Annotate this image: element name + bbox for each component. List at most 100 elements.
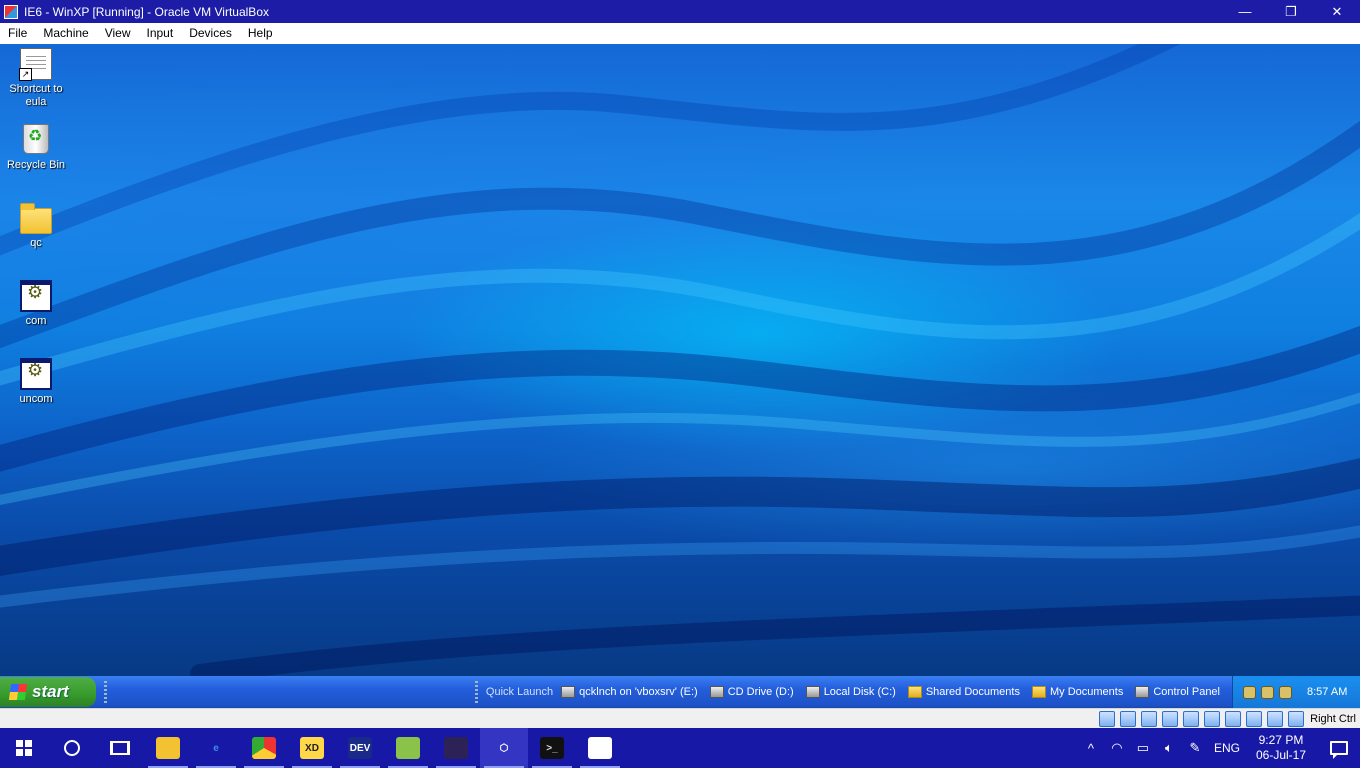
desktop-icon-qc-folder[interactable]: qc xyxy=(0,202,72,250)
quick-launch-item-label: My Documents xyxy=(1049,686,1124,698)
quick-launch-local-disk[interactable]: Local Disk (C:) xyxy=(805,686,896,698)
network-status-icon[interactable] xyxy=(1141,710,1158,727)
devcpp-icon: DEV xyxy=(348,737,372,759)
quick-launch-label: Quick Launch xyxy=(485,686,554,698)
taskbar-app-chrome[interactable] xyxy=(240,728,288,768)
quick-launch-item-label: Shared Documents xyxy=(925,686,1020,698)
minimize-button[interactable]: — xyxy=(1222,0,1268,23)
start-label: start xyxy=(32,682,69,701)
document-shortcut-icon xyxy=(19,48,52,81)
optical-drive-status-icon[interactable] xyxy=(1120,710,1137,727)
taskbar-app-edge[interactable]: e xyxy=(192,728,240,768)
quick-launch-control-panel[interactable]: Control Panel xyxy=(1135,686,1220,698)
host-system-tray: ^ ◠ ▭ 🔈︎ ✎ ENG 9:27 PM 06-Jul-17 xyxy=(1078,728,1360,768)
task-view-button[interactable] xyxy=(96,728,144,768)
volume-icon[interactable]: 🔈︎ xyxy=(1156,740,1182,756)
virtualbox-app-icon xyxy=(4,4,18,19)
clock-date: 06-Jul-17 xyxy=(1255,748,1306,762)
menu-help[interactable]: Help xyxy=(240,23,281,44)
menu-devices[interactable]: Devices xyxy=(181,23,240,44)
tray-speaker-icon[interactable] xyxy=(1261,685,1274,699)
menu-view[interactable]: View xyxy=(97,23,139,44)
wallpaper-waves xyxy=(0,44,1360,676)
host-taskbar: e XD DEV ⬡ >_ ^ ◠ ▭ 🔈︎ ✎ ENG 9:27 PM 06-Jul-… xyxy=(0,728,1360,768)
executable-icon xyxy=(20,280,52,312)
hard-disk-status-icon[interactable] xyxy=(1099,710,1116,727)
notification-icon xyxy=(1330,741,1348,759)
cd-drive-icon xyxy=(709,686,724,698)
desktop-icon-com[interactable]: com xyxy=(0,280,72,328)
video-capture-status-icon[interactable] xyxy=(1225,710,1242,727)
host-key-label: Right Ctrl xyxy=(1310,712,1356,725)
menu-file[interactable]: File xyxy=(0,23,35,44)
desktop-icon-label: uncom xyxy=(19,393,53,405)
desktop-icon-eula-shortcut[interactable]: Shortcut to eula xyxy=(0,48,72,109)
windows-start-button[interactable] xyxy=(0,728,48,768)
battery-icon[interactable]: ▭ xyxy=(1130,740,1156,756)
desktop-icon-label: Shortcut to eula xyxy=(9,83,63,108)
taskbar-app-android-studio[interactable] xyxy=(384,728,432,768)
taskbar-app-terminal[interactable]: >_ xyxy=(528,728,576,768)
xp-clock[interactable]: 8:57 AM xyxy=(1307,686,1347,698)
quick-launch-item-label: Local Disk (C:) xyxy=(823,686,896,698)
window-title: IE6 - WinXP [Running] - Oracle VM Virtua… xyxy=(24,4,269,19)
mouse-integration-icon[interactable] xyxy=(1267,710,1284,727)
xp-taskbar: start Quick Launch qcklnch on 'vboxsrv' … xyxy=(0,676,1360,708)
shared-folders-status-icon[interactable] xyxy=(1183,710,1200,727)
recycle-bin-icon xyxy=(23,124,49,154)
folder-icon xyxy=(20,203,52,234)
menu-input[interactable]: Input xyxy=(139,23,182,44)
menu-bar: File Machine View Input Devices Help xyxy=(0,23,1360,44)
visual-studio-icon xyxy=(588,737,612,759)
usb-status-icon[interactable] xyxy=(1162,710,1179,727)
toolbar-grip[interactable] xyxy=(104,681,107,703)
quick-launch-cd-drive[interactable]: CD Drive (D:) xyxy=(709,686,794,698)
edge-icon: e xyxy=(213,742,219,754)
android-studio-icon xyxy=(396,737,420,759)
taskbar-app-xd[interactable]: XD xyxy=(288,728,336,768)
language-indicator[interactable]: ENG xyxy=(1214,741,1240,755)
quick-launch-my-documents[interactable]: My Documents xyxy=(1031,686,1124,698)
guest-desktop[interactable]: Shortcut to eula Recycle Bin qc com unco… xyxy=(0,44,1360,676)
close-button[interactable]: ✕ xyxy=(1314,0,1360,23)
taskbar-app-virtualbox[interactable]: ⬡ xyxy=(480,728,528,768)
start-button[interactable]: start xyxy=(0,677,96,707)
quick-launch-network-drive[interactable]: qcklnch on 'vboxsrv' (E:) xyxy=(561,686,698,698)
keyboard-capture-icon[interactable] xyxy=(1288,710,1305,727)
tray-tool-icon[interactable] xyxy=(1243,685,1256,699)
tray-network-icon[interactable] xyxy=(1279,685,1292,699)
windows-logo-icon xyxy=(16,740,32,756)
show-hidden-icons-icon[interactable]: ^ xyxy=(1078,741,1104,756)
desktop-icon-label: com xyxy=(25,315,47,327)
eclipse-icon xyxy=(444,737,468,759)
folder-icon xyxy=(1031,686,1046,698)
window-title-bar: IE6 - WinXP [Running] - Oracle VM Virtua… xyxy=(0,0,1360,23)
maximize-button[interactable]: ❐ xyxy=(1268,0,1314,23)
quick-launch-shared-documents[interactable]: Shared Documents xyxy=(907,686,1020,698)
taskbar-app-visual-studio[interactable] xyxy=(576,728,624,768)
toolbar-grip[interactable] xyxy=(474,681,478,703)
cortana-search-button[interactable] xyxy=(48,728,96,768)
action-center-button[interactable] xyxy=(1318,728,1360,768)
desktop-icon-uncom[interactable]: uncom xyxy=(0,358,72,406)
wifi-icon[interactable]: ◠ xyxy=(1104,740,1130,756)
pen-icon[interactable]: ✎ xyxy=(1182,740,1208,756)
vbox-status-bar: Right Ctrl xyxy=(0,708,1360,728)
chrome-icon xyxy=(252,737,276,759)
cpu-status-icon[interactable] xyxy=(1246,710,1263,727)
clock[interactable]: 9:27 PM 06-Jul-17 xyxy=(1256,733,1306,763)
windows-flag-icon xyxy=(8,684,28,700)
desktop-icon-recycle-bin[interactable]: Recycle Bin xyxy=(0,124,72,172)
display-status-icon[interactable] xyxy=(1204,710,1221,727)
xp-system-tray: 8:57 AM xyxy=(1232,676,1360,708)
taskbar-app-devcpp[interactable]: DEV xyxy=(336,728,384,768)
taskbar-app-eclipse[interactable] xyxy=(432,728,480,768)
menu-machine[interactable]: Machine xyxy=(35,23,96,44)
local-disk-icon xyxy=(805,686,820,698)
quick-launch-item-label: CD Drive (D:) xyxy=(727,686,794,698)
network-drive-icon xyxy=(561,686,576,698)
taskbar-app-file-explorer[interactable] xyxy=(144,728,192,768)
desktop-icon-label: qc xyxy=(30,237,42,249)
quick-launch-item-label: qcklnch on 'vboxsrv' (E:) xyxy=(579,686,698,698)
pinned-apps: e XD DEV ⬡ >_ xyxy=(144,728,624,768)
